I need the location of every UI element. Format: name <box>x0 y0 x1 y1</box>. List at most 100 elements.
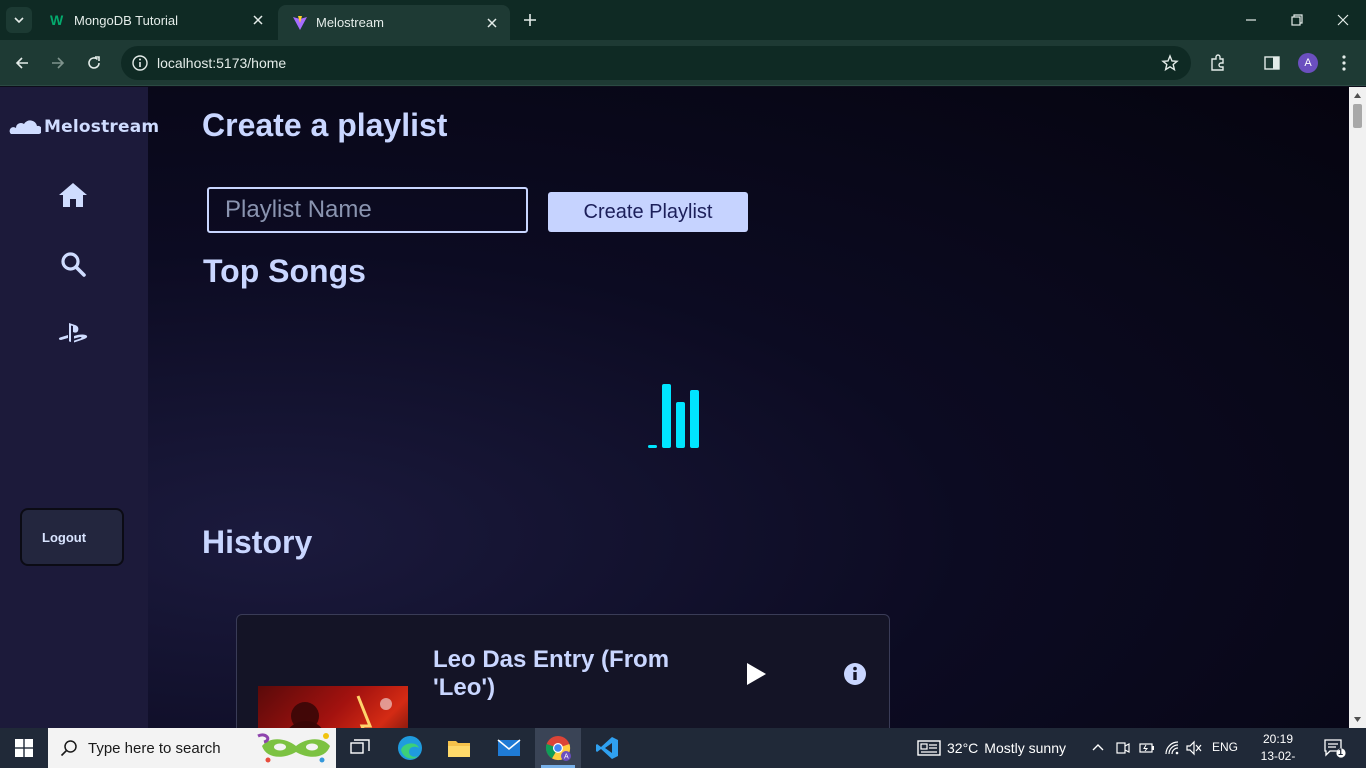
taskbar-edge[interactable] <box>387 728 433 768</box>
logout-button[interactable]: Logout <box>20 508 124 566</box>
kebab-menu-icon <box>1342 55 1346 71</box>
info-icon[interactable] <box>843 662 867 686</box>
browser-toolbar: localhost:5173/home A <box>0 40 1366 86</box>
home-icon <box>59 183 87 207</box>
history-song-card[interactable]: Leo Das Entry (From 'Leo') <box>236 614 890 728</box>
sidebar-item-playlists[interactable] <box>56 316 90 350</box>
taskbar-vscode[interactable] <box>584 728 630 768</box>
url-text[interactable]: localhost:5173/home <box>157 55 286 71</box>
show-hidden-icons-button[interactable] <box>1090 740 1106 756</box>
new-tab-button[interactable] <box>518 8 542 32</box>
sidebar-item-search[interactable] <box>56 247 90 281</box>
minimize-button[interactable] <box>1228 0 1274 40</box>
browser-menu-button[interactable] <box>1333 52 1355 74</box>
side-panel-icon <box>1264 56 1280 70</box>
cloud-icon <box>9 120 41 134</box>
start-button[interactable] <box>0 728 48 768</box>
windows-logo-icon <box>15 739 33 757</box>
taskbar-chrome[interactable]: A <box>535 728 581 768</box>
forward-button[interactable] <box>46 51 70 75</box>
scroll-thumb[interactable] <box>1353 104 1362 128</box>
close-icon[interactable] <box>250 12 266 28</box>
scroll-up-icon[interactable] <box>1353 91 1362 100</box>
tray-volume[interactable] <box>1186 740 1202 756</box>
notification-center-button[interactable]: 1 <box>1324 738 1346 758</box>
create-playlist-button[interactable]: Create Playlist <box>548 192 748 232</box>
tab-title: Melostream <box>316 15 384 30</box>
close-icon <box>1337 14 1349 26</box>
reload-icon <box>88 56 100 69</box>
avatar: A <box>1298 53 1318 73</box>
notification-badge: 1 <box>1338 747 1344 757</box>
bookmark-star-icon[interactable] <box>1161 54 1179 72</box>
task-view-icon <box>350 739 370 754</box>
browser-tab-bar: W MongoDB Tutorial Melostream <box>0 0 1366 40</box>
top-songs-heading: Top Songs <box>203 253 366 289</box>
page-scrollbar[interactable] <box>1349 87 1366 728</box>
taskbar-file-explorer[interactable] <box>436 728 482 768</box>
w3schools-icon: W <box>50 12 66 28</box>
taskbar-search-placeholder: Type here to search <box>88 739 221 757</box>
search-icon <box>61 252 86 277</box>
equalizer-loader-icon <box>648 384 699 448</box>
weather-widget[interactable]: 32°C Mostly sunny <box>917 728 1066 768</box>
mail-icon <box>497 739 521 756</box>
search-icon <box>60 740 77 757</box>
arrow-right-icon <box>52 57 65 69</box>
weather-description: Mostly sunny <box>984 740 1066 756</box>
svg-text:W: W <box>50 12 64 28</box>
extensions-button[interactable] <box>1207 52 1229 74</box>
tab-title: MongoDB Tutorial <box>74 12 179 28</box>
app-logo[interactable]: Melostream <box>9 117 159 137</box>
tray-meet-now[interactable] <box>1115 740 1131 756</box>
input-language[interactable]: ENG <box>1212 740 1238 754</box>
history-heading: History <box>202 524 313 560</box>
album-art <box>258 686 408 728</box>
scroll-down-icon[interactable] <box>1353 715 1362 724</box>
sidebar: Melostream Logout <box>0 87 159 728</box>
sidebar-item-home[interactable] <box>56 178 90 212</box>
task-view-button[interactable] <box>337 728 383 768</box>
battery-icon <box>1139 743 1154 753</box>
back-button[interactable] <box>10 51 34 75</box>
vscode-icon <box>596 737 618 759</box>
minimize-icon <box>1246 19 1256 21</box>
address-bar[interactable]: localhost:5173/home <box>121 46 1191 80</box>
window-close-button[interactable] <box>1320 0 1366 40</box>
speaker-muted-icon <box>1186 740 1202 756</box>
svg-text:A: A <box>564 754 569 761</box>
folder-icon <box>448 741 470 757</box>
puzzle-icon <box>1211 54 1224 71</box>
restore-button[interactable] <box>1274 0 1320 40</box>
taskbar-mail[interactable] <box>486 728 532 768</box>
create-playlist-heading: Create a playlist <box>202 107 448 143</box>
reload-button[interactable] <box>82 51 106 75</box>
tab-melostream[interactable]: Melostream <box>278 5 510 40</box>
restore-icon <box>1291 14 1303 26</box>
wifi-icon <box>1165 741 1179 755</box>
system-clock[interactable]: 20:19 13-02-2024 <box>1248 731 1308 768</box>
play-icon[interactable] <box>744 661 768 687</box>
chrome-icon: A <box>545 736 571 761</box>
tab-mongodb-tutorial[interactable]: W MongoDB Tutorial <box>36 0 276 40</box>
windows-taskbar: Type here to search A 32°C Mostly sunny … <box>0 728 1366 768</box>
edge-icon <box>398 736 422 760</box>
page-viewport: Melostream Logout Create a playlist Crea… <box>0 87 1366 728</box>
mardi-gras-mask-icon <box>257 733 330 763</box>
tray-battery[interactable] <box>1139 740 1155 756</box>
chevron-up-icon <box>1092 744 1104 751</box>
tray-network[interactable] <box>1164 740 1180 756</box>
taskbar-search[interactable]: Type here to search <box>48 728 336 768</box>
clock-time: 20:19 <box>1262 732 1294 746</box>
site-info-icon[interactable] <box>131 54 149 72</box>
playlist-name-input[interactable] <box>207 187 528 233</box>
vite-icon <box>292 15 308 31</box>
plus-icon <box>524 14 536 26</box>
clock-date: 13-02-2024 <box>1260 749 1296 768</box>
tab-search-button[interactable] <box>6 7 32 33</box>
profile-button[interactable]: A <box>1297 52 1319 74</box>
weather-temperature: 32°C <box>947 740 979 756</box>
side-panel-button[interactable] <box>1261 52 1283 74</box>
close-icon[interactable] <box>484 15 500 31</box>
camera-icon <box>1116 742 1130 754</box>
